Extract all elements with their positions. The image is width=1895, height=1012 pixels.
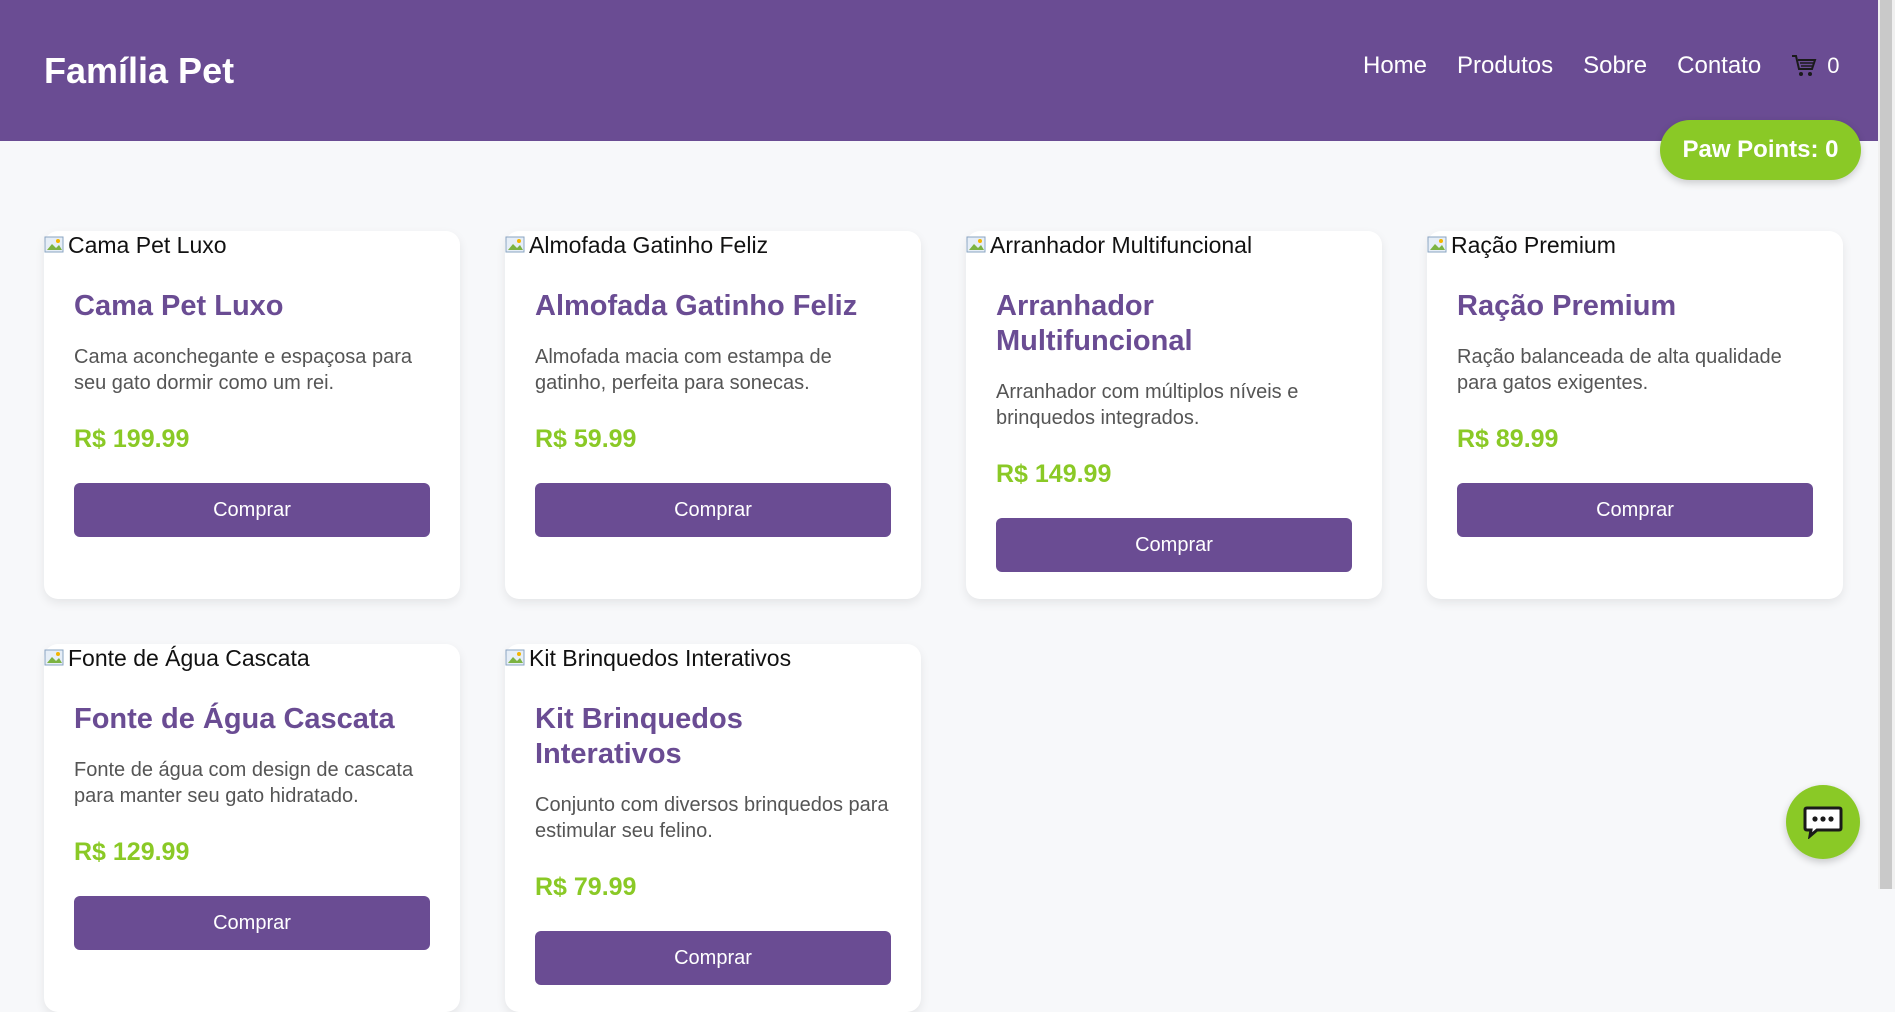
broken-image-icon [44, 649, 64, 666]
buy-button[interactable]: Comprar [1457, 483, 1813, 537]
product-image: Almofada Gatinho Feliz [505, 231, 921, 259]
product-image: Kit Brinquedos Interativos [505, 644, 921, 672]
product-card: Fonte de Água Cascata Fonte de Água Casc… [44, 644, 460, 1012]
broken-image-icon [505, 236, 525, 253]
nav-link-contato[interactable]: Contato [1677, 52, 1761, 80]
product-image-alt: Kit Brinquedos Interativos [529, 644, 792, 671]
product-title: Almofada Gatinho Feliz [535, 290, 858, 322]
product-description: Ração balanceada de alta qualidade para … [1457, 346, 1782, 394]
product-image-alt: Almofada Gatinho Feliz [529, 231, 769, 258]
site-header: Família Pet Home Produtos Sobre Contato … [0, 0, 1878, 141]
chat-bubble-icon [1803, 806, 1843, 839]
nav-link-sobre[interactable]: Sobre [1583, 52, 1647, 80]
product-description: Arranhador com múltiplos níveis e brinqu… [996, 381, 1299, 429]
product-description: Fonte de água com design de cascata para… [74, 759, 414, 807]
product-price: R$ 89.99 [1457, 425, 1559, 453]
product-image-alt: Arranhador Multifuncional [990, 231, 1253, 258]
product-title: Fonte de Água Cascata [74, 703, 395, 735]
product-description: Cama aconchegante e espaçosa para seu ga… [74, 346, 413, 394]
buy-button[interactable]: Comprar [74, 896, 430, 950]
product-image-alt: Fonte de Água Cascata [68, 644, 310, 671]
cart-count: 0 [1827, 53, 1840, 78]
product-price: R$ 149.99 [996, 460, 1112, 488]
product-price: R$ 199.99 [74, 425, 190, 453]
product-card: Ração Premium Ração Premium Ração balanc… [1427, 231, 1843, 599]
nav-link-produtos[interactable]: Produtos [1457, 52, 1553, 80]
product-description: Conjunto com diversos brinquedos para es… [535, 794, 889, 842]
buy-button[interactable]: Comprar [535, 483, 891, 537]
product-card: Almofada Gatinho Feliz Almofada Gatinho … [505, 231, 921, 599]
buy-button[interactable]: Comprar [996, 518, 1352, 572]
product-image: Ração Premium [1427, 231, 1843, 259]
product-title: Arranhador Multifuncional [996, 290, 1193, 357]
product-card: Cama Pet Luxo Cama Pet Luxo Cama aconche… [44, 231, 460, 599]
broken-image-icon [1427, 236, 1447, 253]
chat-button[interactable] [1786, 785, 1860, 859]
product-title: Ração Premium [1457, 290, 1677, 322]
product-image: Arranhador Multifuncional [966, 231, 1382, 259]
site-logo[interactable]: Família Pet [44, 50, 234, 92]
broken-image-icon [505, 649, 525, 666]
product-card: Arranhador Multifuncional Arranhador Mul… [966, 231, 1382, 599]
main-nav: Home Produtos Sobre Contato 0 [1363, 52, 1839, 80]
product-description: Almofada macia com estampa de gatinho, p… [535, 346, 832, 394]
product-image: Fonte de Água Cascata [44, 644, 460, 672]
product-image-alt: Cama Pet Luxo [68, 231, 227, 258]
product-price: R$ 59.99 [535, 425, 637, 453]
product-card: Kit Brinquedos Interativos Kit Brinquedo… [505, 644, 921, 1012]
paw-points-badge[interactable]: Paw Points: 0 [1660, 120, 1861, 180]
product-title: Cama Pet Luxo [74, 290, 284, 322]
nav-link-home[interactable]: Home [1363, 52, 1427, 80]
cart-button[interactable]: 0 [1791, 53, 1839, 79]
product-price: R$ 79.99 [535, 873, 637, 901]
product-title: Kit Brinquedos Interativos [535, 703, 743, 770]
product-price: R$ 129.99 [74, 838, 190, 866]
product-image: Cama Pet Luxo [44, 231, 460, 259]
scrollbar-thumb[interactable] [1880, 0, 1892, 889]
cart-icon [1792, 55, 1817, 76]
buy-button[interactable]: Comprar [74, 483, 430, 537]
product-image-alt: Ração Premium [1451, 231, 1616, 258]
broken-image-icon [44, 236, 64, 253]
broken-image-icon [966, 236, 986, 253]
product-grid: Cama Pet Luxo Cama Pet Luxo Cama aconche… [44, 231, 1844, 1012]
buy-button[interactable]: Comprar [535, 931, 891, 985]
